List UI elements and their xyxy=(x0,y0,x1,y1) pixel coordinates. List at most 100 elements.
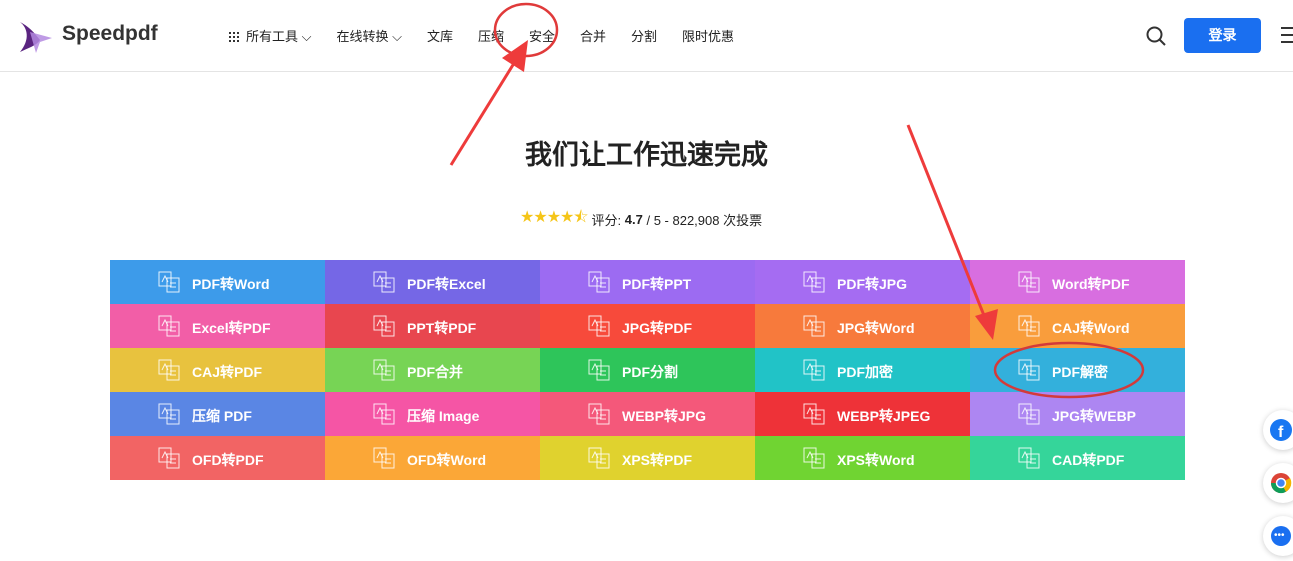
brand-name[interactable]: Speedpdf xyxy=(62,22,158,46)
tool-label: Excel转PDF xyxy=(192,320,271,336)
tool-label: XPS转PDF xyxy=(622,452,693,468)
tool-tile-cad转pdf[interactable]: CAD转PDF xyxy=(970,436,1185,480)
tool-label: PPT转PDF xyxy=(407,320,477,336)
file-convert-icon xyxy=(158,359,180,381)
login-button[interactable]: 登录 xyxy=(1184,18,1261,53)
tool-tile-pdf转ppt[interactable]: PDF转PPT xyxy=(540,260,755,304)
tool-label: JPG转PDF xyxy=(622,320,693,336)
tool-label: Word转PDF xyxy=(1052,276,1130,292)
main-nav: 所有工具 ⌵ 在线转换 ⌵ 文库 压缩 安全 合并 分割 限时优惠 xyxy=(229,26,759,45)
rating-value: 4.7 xyxy=(624,212,643,227)
chrome-extension-button[interactable] xyxy=(1263,463,1293,503)
tool-tile-pdf分割[interactable]: PDF分割 xyxy=(540,348,755,392)
tool-label: OFD转Word xyxy=(407,452,487,468)
file-convert-icon xyxy=(373,315,395,337)
vote-count: / 5 - 822,908 次投票 xyxy=(646,213,763,228)
nav-merge[interactable]: 合并 xyxy=(580,26,606,45)
tool-label: JPG转WEBP xyxy=(1052,408,1137,424)
nav-online-convert[interactable]: 在线转换 ⌵ xyxy=(336,26,401,45)
tool-label: JPG转Word xyxy=(837,320,915,336)
tool-tile-webp转jpg[interactable]: WEBP转JPG xyxy=(540,392,755,436)
file-convert-icon xyxy=(1018,403,1040,425)
facebook-icon: f xyxy=(1270,419,1292,441)
chrome-icon xyxy=(1270,473,1292,494)
tool-label: XPS转Word xyxy=(837,452,915,468)
tool-label: PDF转JPG xyxy=(837,276,908,292)
nav-library[interactable]: 文库 xyxy=(427,26,453,45)
tool-tile-ofd转word[interactable]: OFD转Word xyxy=(325,436,540,480)
file-convert-icon xyxy=(803,447,825,469)
star-rating-icon: ★★★★⯪ xyxy=(520,209,589,226)
facebook-share-button[interactable]: f xyxy=(1263,410,1293,450)
file-convert-icon xyxy=(588,271,610,293)
speedpdf-logo-icon[interactable] xyxy=(14,18,52,54)
file-convert-icon xyxy=(588,403,610,425)
tool-label: PDF转Word xyxy=(192,276,270,292)
tool-label: PDF加密 xyxy=(837,364,893,380)
tool-label: CAJ转Word xyxy=(1052,320,1130,336)
file-convert-icon xyxy=(373,403,395,425)
nav-all-tools[interactable]: 所有工具 ⌵ xyxy=(229,26,311,45)
tool-tile-excel转pdf[interactable]: Excel转PDF xyxy=(110,304,325,348)
tool-label: CAJ转PDF xyxy=(192,364,263,380)
tool-tile-pdf合并[interactable]: PDF合并 xyxy=(325,348,540,392)
nav-compress[interactable]: 压缩 xyxy=(478,26,504,45)
search-icon[interactable] xyxy=(1146,26,1166,46)
nav-offers[interactable]: 限时优惠 xyxy=(682,26,734,45)
nav-split[interactable]: 分割 xyxy=(631,26,657,45)
file-convert-icon xyxy=(1018,359,1040,381)
tool-tile-压缩-pdf[interactable]: 压缩 PDF xyxy=(110,392,325,436)
tool-tile-pdf加密[interactable]: PDF加密 xyxy=(755,348,970,392)
file-convert-icon xyxy=(1018,315,1040,337)
tool-tile-webp转jpeg[interactable]: WEBP转JPEG xyxy=(755,392,970,436)
tool-tile-xps转pdf[interactable]: XPS转PDF xyxy=(540,436,755,480)
tool-tile-pdf转excel[interactable]: PDF转Excel xyxy=(325,260,540,304)
file-convert-icon xyxy=(158,447,180,469)
tool-tile-jpg转pdf[interactable]: JPG转PDF xyxy=(540,304,755,348)
tool-tile-caj转pdf[interactable]: CAJ转PDF xyxy=(110,348,325,392)
nav-security[interactable]: 安全 xyxy=(529,26,555,45)
header: Speedpdf 所有工具 ⌵ 在线转换 ⌵ 文库 压缩 安全 合并 分割 限时… xyxy=(0,0,1293,72)
file-convert-icon xyxy=(803,359,825,381)
file-convert-icon xyxy=(803,403,825,425)
tool-label: PDF合并 xyxy=(407,364,463,380)
file-convert-icon xyxy=(158,403,180,425)
tool-grid: PDF转Word PDF转Excel PDF转PPT PDF转JPG Word转PDF E… xyxy=(110,260,1185,480)
tool-label: 压缩 PDF xyxy=(192,408,252,424)
tool-tile-jpg转webp[interactable]: JPG转WEBP xyxy=(970,392,1185,436)
tool-tile-pdf转jpg[interactable]: PDF转JPG xyxy=(755,260,970,304)
chat-button[interactable]: ••• xyxy=(1263,516,1293,556)
tool-label: PDF分割 xyxy=(622,364,678,380)
tool-tile-pdf转word[interactable]: PDF转Word xyxy=(110,260,325,304)
tool-tile-ofd转pdf[interactable]: OFD转PDF xyxy=(110,436,325,480)
tool-tile-pdf解密[interactable]: PDF解密 xyxy=(970,348,1185,392)
file-convert-icon xyxy=(588,359,610,381)
file-convert-icon xyxy=(588,315,610,337)
file-convert-icon xyxy=(158,271,180,293)
menu-icon[interactable] xyxy=(1281,27,1293,43)
tool-label: WEBP转JPG xyxy=(622,408,707,424)
tool-tile-word转pdf[interactable]: Word转PDF xyxy=(970,260,1185,304)
tool-label: OFD转PDF xyxy=(192,452,264,468)
tool-tile-jpg转word[interactable]: JPG转Word xyxy=(755,304,970,348)
file-convert-icon xyxy=(803,271,825,293)
file-convert-icon xyxy=(373,359,395,381)
rating: ★★★★⯪ 评分: 4.7 / 5 - 822,908 次投票 xyxy=(520,206,762,233)
tool-label: PDF转PPT xyxy=(622,276,692,292)
page-title: 我们让工作迅速完成 xyxy=(525,140,768,170)
chat-icon: ••• xyxy=(1271,526,1291,546)
tool-tile-caj转word[interactable]: CAJ转Word xyxy=(970,304,1185,348)
svg-text:•••: ••• xyxy=(1274,530,1285,541)
file-convert-icon xyxy=(373,447,395,469)
tool-label: WEBP转JPEG xyxy=(837,408,931,424)
file-convert-icon xyxy=(1018,447,1040,469)
file-convert-icon xyxy=(1018,271,1040,293)
svg-text:f: f xyxy=(1278,424,1284,441)
tool-tile-ppt转pdf[interactable]: PPT转PDF xyxy=(325,304,540,348)
tool-tile-压缩-image[interactable]: 压缩 Image xyxy=(325,392,540,436)
file-convert-icon xyxy=(803,315,825,337)
tool-tile-xps转word[interactable]: XPS转Word xyxy=(755,436,970,480)
tool-label: CAD转PDF xyxy=(1052,452,1125,468)
grid-icon xyxy=(229,32,239,42)
file-convert-icon xyxy=(373,271,395,293)
